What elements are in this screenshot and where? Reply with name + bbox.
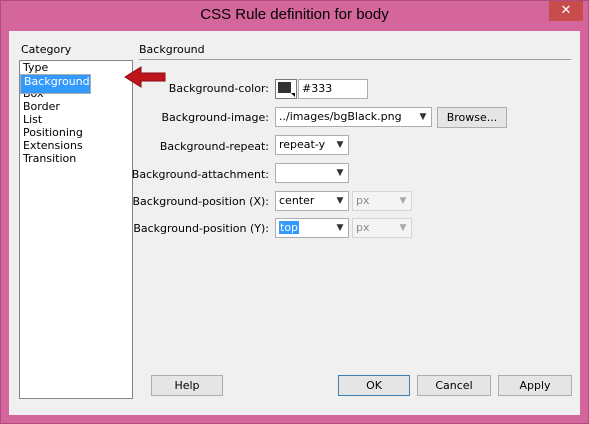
bg-repeat-select[interactable]: repeat-y ▼ (275, 135, 349, 155)
category-item-type[interactable]: Type (20, 61, 132, 74)
category-label: Category (21, 43, 72, 56)
bg-color-label: Background-color: (168, 82, 269, 95)
bg-position-x-select[interactable]: center ▼ (275, 191, 349, 211)
bg-image-value: ../images/bgBlack.png (279, 110, 402, 123)
bg-repeat-value: repeat-y (279, 138, 326, 151)
dialog-title: CSS Rule definition for body (200, 6, 389, 23)
chevron-down-icon[interactable]: ▼ (332, 192, 348, 210)
dialog-window: CSS Rule definition for body ✕ Category … (0, 0, 589, 424)
cancel-button[interactable]: Cancel (417, 375, 491, 396)
bg-position-y-unit-select: px ▼ (352, 218, 412, 238)
bg-attachment-label: Background-attachment: (131, 168, 269, 181)
bg-repeat-label: Background-repeat: (159, 140, 269, 153)
bg-position-x-label: Background-position (X): (132, 195, 270, 208)
close-button[interactable]: ✕ (549, 1, 583, 21)
color-swatch (278, 82, 291, 93)
category-item-list[interactable]: List (20, 113, 132, 126)
color-picker-button[interactable] (275, 79, 297, 99)
chevron-down-icon[interactable]: ▼ (415, 108, 431, 126)
chevron-down-icon[interactable]: ▼ (332, 136, 348, 154)
category-item-extensions[interactable]: Extensions (20, 139, 132, 152)
bg-position-y-select[interactable]: top ▼ (275, 218, 349, 238)
dialog-body: Category Type Background Block Box Borde… (9, 31, 580, 415)
bg-position-y-label: Background-position (Y): (133, 222, 269, 235)
category-item-background[interactable]: Background (20, 74, 91, 94)
ok-button[interactable]: OK (338, 375, 410, 396)
bg-image-label: Background-image: (161, 111, 269, 124)
chevron-down-icon: ▼ (399, 223, 407, 233)
chevron-down-icon (291, 93, 295, 97)
bg-attachment-select[interactable]: ▼ (275, 163, 349, 183)
bg-color-input[interactable]: #333 (298, 79, 368, 99)
chevron-down-icon: ▼ (399, 196, 407, 206)
help-button[interactable]: Help (151, 375, 223, 396)
bg-position-x-value: center (279, 194, 315, 207)
bg-image-combobox[interactable]: ../images/bgBlack.png ▼ (275, 107, 432, 127)
apply-button[interactable]: Apply (498, 375, 572, 396)
category-item-transition[interactable]: Transition (20, 152, 132, 165)
chevron-down-icon[interactable]: ▼ (332, 164, 348, 182)
bg-position-y-unit: px (356, 221, 370, 234)
browse-button[interactable]: Browse... (437, 107, 507, 128)
category-item-border[interactable]: Border (20, 100, 132, 113)
category-item-positioning[interactable]: Positioning (20, 126, 132, 139)
category-list[interactable]: Type Background Block Box Border List Po… (19, 60, 133, 399)
bg-position-y-value: top (279, 221, 300, 234)
bg-position-x-unit-select: px ▼ (352, 191, 412, 211)
bg-position-x-unit: px (356, 194, 370, 207)
section-title: Background (139, 43, 205, 56)
title-bar[interactable]: CSS Rule definition for body ✕ (1, 1, 588, 31)
chevron-down-icon[interactable]: ▼ (332, 219, 348, 237)
section-divider (139, 59, 571, 60)
red-arrow-icon (124, 66, 166, 88)
